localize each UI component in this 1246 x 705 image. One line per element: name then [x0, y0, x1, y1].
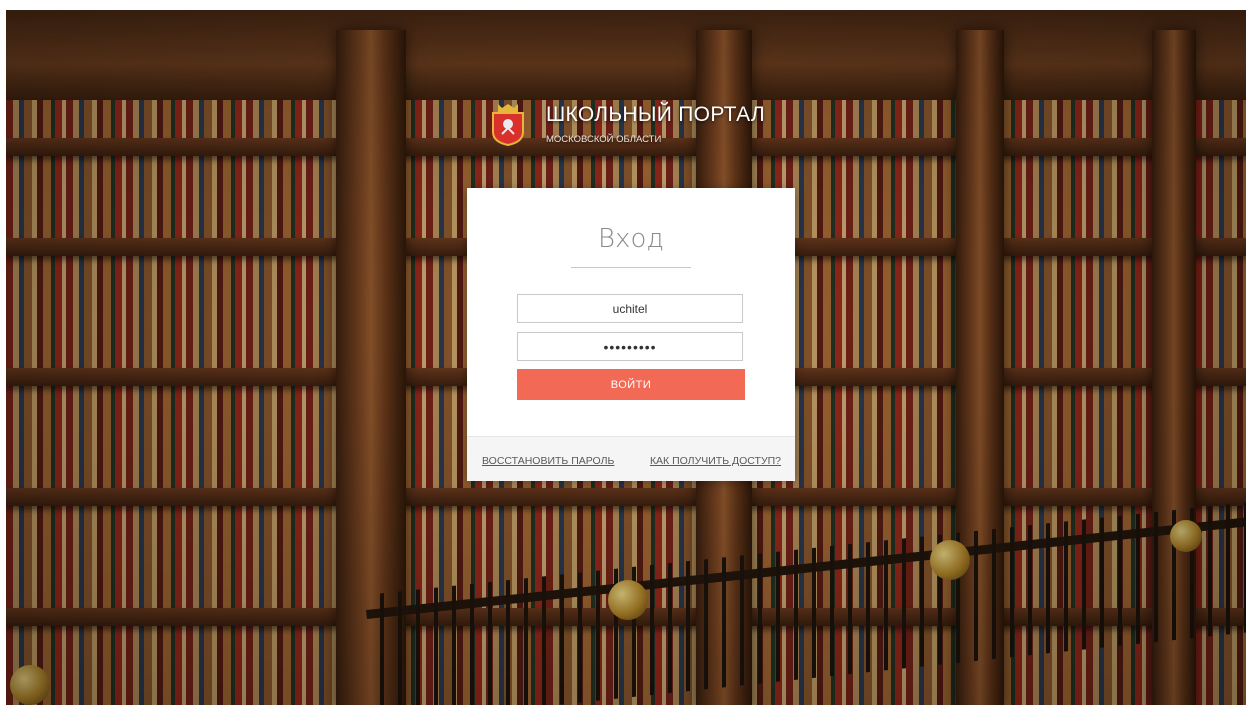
login-card: Вход ВОЙТИ ВОССТАНОВИТЬ ПАРОЛЬ КАК ПОЛУЧ… — [467, 188, 795, 481]
password-input[interactable] — [517, 332, 743, 361]
portal-subtitle: МОСКОВСКОЙ ОБЛАСТИ — [546, 134, 662, 145]
portal-title: ШКОЛЬНЫЙ ПОРТАЛ — [546, 103, 765, 126]
login-heading: Вход — [598, 224, 664, 254]
portal-brand: ШКОЛЬНЫЙ ПОРТАЛ МОСКОВСКОЙ ОБЛАСТИ — [490, 102, 765, 146]
login-button[interactable]: ВОЙТИ — [517, 369, 745, 400]
moscow-oblast-coat-of-arms-icon — [492, 104, 524, 146]
restore-password-link[interactable]: ВОССТАНОВИТЬ ПАРОЛЬ — [482, 455, 614, 467]
get-access-link[interactable]: КАК ПОЛУЧИТЬ ДОСТУП? — [650, 455, 781, 467]
login-card-footer: ВОССТАНОВИТЬ ПАРОЛЬ КАК ПОЛУЧИТЬ ДОСТУП? — [467, 436, 795, 481]
heading-divider — [571, 267, 691, 268]
login-input[interactable] — [517, 294, 743, 323]
